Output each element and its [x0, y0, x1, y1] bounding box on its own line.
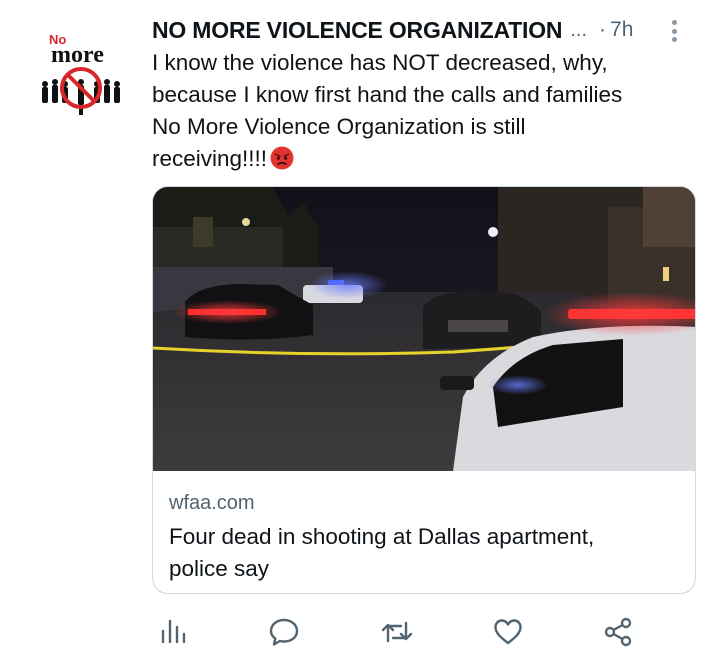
no-more-violence-logo: No more: [35, 30, 127, 122]
share-icon[interactable]: [602, 616, 636, 650]
svg-text:more: more: [51, 42, 104, 68]
card-title-line: police say: [169, 556, 270, 581]
author-name[interactable]: NO MORE VIOLENCE ORGANIZATION: [152, 17, 563, 44]
tweet-text: I know the violence has NOT decreased, w…: [152, 47, 692, 175]
separator-dot: ·: [599, 18, 607, 41]
tweet-action-bar: [152, 612, 696, 652]
name-ellipsis: ...: [570, 18, 588, 41]
card-meta[interactable]: wfaa.com Four dead in shooting at Dallas…: [153, 471, 695, 585]
analytics-icon[interactable]: [158, 616, 192, 650]
avatar[interactable]: No more: [35, 30, 127, 122]
card-domain: wfaa.com: [169, 492, 255, 514]
tweet-line-last: receiving!!!!: [152, 143, 692, 175]
more-options-icon[interactable]: [664, 18, 684, 44]
reply-icon[interactable]: [268, 616, 302, 650]
card-title-line: Four dead in shooting at Dallas apartmen…: [169, 524, 595, 549]
card-image-police-scene[interactable]: [153, 187, 696, 471]
card-title: Four dead in shooting at Dallas apartmen…: [169, 521, 679, 585]
tweet-line: because I know first hand the calls and …: [152, 82, 623, 107]
like-icon[interactable]: [492, 616, 526, 650]
tweet-line: I know the violence has NOT decreased, w…: [152, 50, 608, 75]
link-card[interactable]: wfaa.com Four dead in shooting at Dallas…: [152, 186, 696, 594]
tweet-line: No More Violence Organization is still: [152, 114, 526, 139]
tweet-header: NO MORE VIOLENCE ORGANIZATION ... · 7h: [152, 14, 692, 46]
retweet-icon[interactable]: [380, 616, 414, 650]
timestamp[interactable]: 7h: [610, 18, 633, 42]
tweet-line-text: receiving!!!!: [152, 146, 268, 171]
angry-face-emoji-icon: [270, 146, 294, 170]
